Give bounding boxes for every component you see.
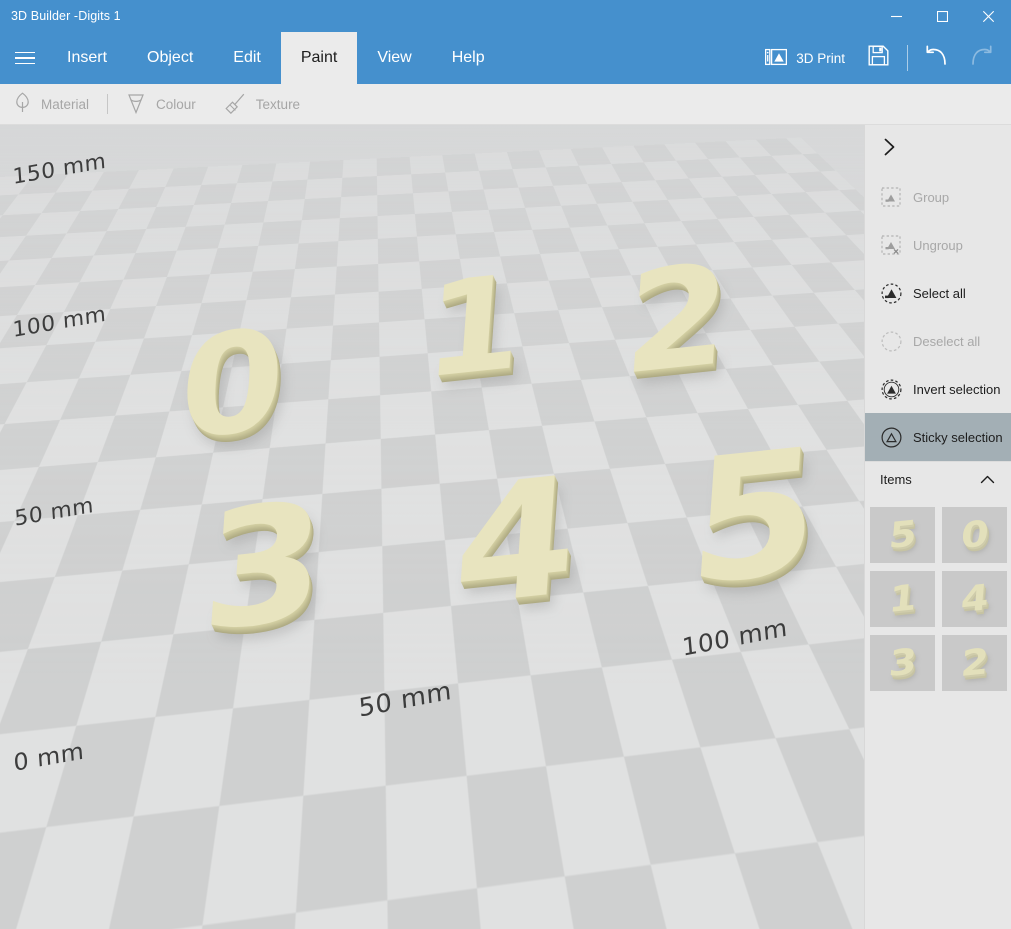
items-grid: 5 0 1 4 3 2	[865, 497, 1011, 691]
menu-bar: Insert Object Edit Paint View Help 3D Pr…	[0, 32, 1011, 84]
deselect-all-icon	[880, 330, 902, 352]
items-title: Items	[880, 472, 912, 487]
3d-print-label: 3D Print	[796, 51, 845, 66]
group-icon	[880, 186, 902, 208]
colour-button[interactable]: Colour	[112, 84, 210, 125]
panel-item-label: Select all	[913, 286, 966, 301]
panel-expand-button[interactable]	[865, 125, 1011, 173]
material-label: Material	[41, 97, 89, 112]
select-all-icon	[880, 282, 902, 304]
item-thumbnail-label: 0	[959, 516, 990, 555]
items-section-header[interactable]: Items	[865, 461, 1011, 497]
minimize-button[interactable]	[873, 0, 919, 32]
colour-label: Colour	[156, 97, 196, 112]
item-thumbnail[interactable]: 0	[942, 507, 1007, 563]
item-thumbnail-label: 1	[887, 580, 918, 619]
tab-object[interactable]: Object	[127, 32, 213, 84]
menu-actions: 3D Print	[754, 32, 1011, 84]
item-thumbnail-label: 2	[959, 644, 990, 683]
panel-item-label: Invert selection	[913, 382, 1000, 397]
item-thumbnail[interactable]: 5	[870, 507, 935, 563]
material-icon	[14, 92, 31, 116]
model-digit[interactable]: 5	[684, 425, 824, 611]
model-digit[interactable]: 0	[175, 310, 289, 461]
3d-print-button[interactable]: 3D Print	[754, 32, 856, 84]
tab-view[interactable]: View	[357, 32, 431, 84]
item-thumbnail-label: 5	[887, 516, 918, 555]
panel-item-ungroup[interactable]: Ungroup	[865, 221, 1011, 269]
tab-help[interactable]: Help	[432, 32, 505, 84]
model-digit[interactable]: 3	[198, 480, 331, 656]
title-bar: 3D Builder -Digits 1	[0, 0, 1011, 32]
panel-item-label: Group	[913, 190, 949, 205]
panel-item-label: Sticky selection	[913, 430, 1003, 445]
model-digit[interactable]: 1	[421, 258, 527, 399]
chevron-up-icon[interactable]	[980, 472, 995, 487]
item-thumbnail-label: 3	[887, 644, 918, 683]
paint-toolbar: Material Colour Texture	[0, 84, 1011, 125]
panel-item-deselect-all[interactable]: Deselect all	[865, 317, 1011, 365]
item-thumbnail[interactable]: 3	[870, 635, 935, 691]
item-thumbnail[interactable]: 4	[942, 571, 1007, 627]
tab-paint[interactable]: Paint	[281, 32, 357, 84]
panel-item-select-all[interactable]: Select all	[865, 269, 1011, 317]
3d-print-icon	[765, 47, 787, 70]
model-digit[interactable]: 4	[450, 455, 583, 631]
ungroup-icon	[880, 234, 902, 256]
close-button[interactable]	[965, 0, 1011, 32]
app-title: 3D Builder -Digits 1	[11, 9, 121, 23]
save-icon	[868, 45, 889, 71]
toolbar-divider	[907, 45, 908, 71]
item-thumbnail[interactable]: 2	[942, 635, 1007, 691]
redo-button[interactable]	[959, 32, 1003, 84]
colour-icon	[126, 92, 146, 117]
save-button[interactable]	[856, 32, 900, 84]
model-digit[interactable]: 2	[620, 245, 734, 396]
selection-panel: Group Ungroup Select all	[864, 125, 1011, 929]
texture-icon	[224, 92, 246, 117]
invert-selection-icon	[880, 378, 902, 400]
item-thumbnail-label: 4	[959, 580, 990, 619]
panel-item-label: Deselect all	[913, 334, 980, 349]
texture-button[interactable]: Texture	[210, 84, 314, 125]
maximize-button[interactable]	[919, 0, 965, 32]
panel-item-sticky-selection[interactable]: Sticky selection	[865, 413, 1011, 461]
hamburger-menu-icon[interactable]	[3, 32, 47, 84]
tab-edit[interactable]: Edit	[213, 32, 281, 84]
chevron-right-icon	[883, 138, 896, 161]
window-controls	[873, 0, 1011, 32]
3d-viewport[interactable]: 150 mm100 mm50 mm0 mm50 mm100 mm 012345	[0, 125, 864, 929]
panel-item-invert-selection[interactable]: Invert selection	[865, 365, 1011, 413]
material-button[interactable]: Material	[0, 84, 103, 125]
redo-icon	[968, 44, 994, 73]
texture-label: Texture	[256, 97, 300, 112]
item-thumbnail[interactable]: 1	[870, 571, 935, 627]
undo-icon	[924, 44, 950, 73]
tab-insert[interactable]: Insert	[47, 32, 127, 84]
sticky-selection-icon	[880, 426, 902, 448]
undo-button[interactable]	[915, 32, 959, 84]
toolbar-divider	[107, 94, 108, 114]
panel-item-group[interactable]: Group	[865, 173, 1011, 221]
panel-item-label: Ungroup	[913, 238, 963, 253]
